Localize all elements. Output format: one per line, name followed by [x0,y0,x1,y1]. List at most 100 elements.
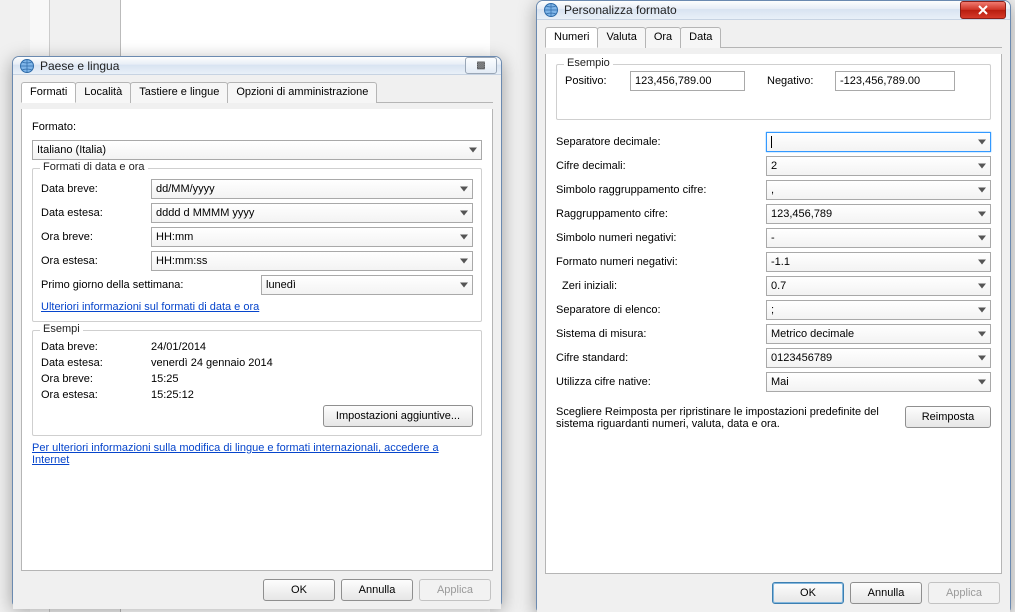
label: Cifre decimali: [556,160,766,172]
tab-formati[interactable]: Formati [21,82,76,103]
ok-button[interactable]: OK [263,579,335,601]
date-time-formats-group: Formati di data e ora Data breve:dd/MM/y… [32,168,482,322]
label: Simbolo numeri negativi: [556,232,766,244]
val: dddd d MMMM yyyy [156,207,254,219]
measurement-system-combo[interactable]: Metrico decimale [766,324,991,344]
val: Metrico decimale [771,328,854,340]
value: 15:25:12 [151,389,473,401]
formato-combo[interactable]: Italiano (Italia) [32,140,482,160]
negative-label: Negativo: [767,75,825,87]
val: 0.7 [771,280,786,292]
customize-format-dialog: Personalizza formato Numeri Valuta Ora D… [536,0,1011,612]
example-group: Esempio Positivo: 123,456,789.00 Negativ… [556,64,991,120]
digit-grouping-combo[interactable]: 123,456,789 [766,204,991,224]
val: -1.1 [771,256,790,268]
val: 0123456789 [771,352,832,364]
val: ; [771,304,774,316]
close-icon [977,5,989,15]
label: Zeri iniziali: [556,280,766,292]
dialog-body: Formati Località Tastiere e lingue Opzio… [13,75,501,609]
apply-button[interactable]: Applica [928,582,1000,604]
long-time-combo[interactable]: HH:mm:ss [151,251,473,271]
formato-value: Italiano (Italia) [37,144,106,156]
tab-numeri[interactable]: Numeri [545,27,598,48]
close-button[interactable] [960,1,1006,19]
negative-symbol-combo[interactable]: - [766,228,991,248]
dialog-buttons: OK Annulla Applica [21,571,493,601]
val: dd/MM/yyyy [156,183,215,195]
val: HH:mm [156,231,193,243]
tab-valuta[interactable]: Valuta [597,27,645,48]
label: Ora breve: [41,373,151,385]
standard-digits-combo[interactable]: 0123456789 [766,348,991,368]
label: Separatore di elenco: [556,304,766,316]
tabs: Formati Località Tastiere e lingue Opzio… [21,81,493,103]
cancel-button[interactable]: Annulla [341,579,413,601]
group-legend: Esempi [40,323,83,335]
decimal-separator-combo[interactable] [766,132,991,152]
short-date-combo[interactable]: dd/MM/yyyy [151,179,473,199]
val: 123,456,789.00 [635,75,711,87]
label: Raggruppamento cifre: [556,208,766,220]
negative-format-combo[interactable]: -1.1 [766,252,991,272]
tab-amministrazione[interactable]: Opzioni di amministrazione [227,82,377,103]
val: lunedì [266,279,296,291]
date-format-help-link[interactable]: Ulteriori informazioni sul formati di da… [41,301,259,313]
formato-label: Formato: [32,121,76,133]
label: Separatore decimale: [556,136,766,148]
native-digits-combo[interactable]: Mai [766,372,991,392]
region-language-dialog: Paese e lingua ▩ Formati Località Tastie… [12,56,502,606]
tabpanel-numeri: Esempio Positivo: 123,456,789.00 Negativ… [545,54,1002,574]
reset-button[interactable]: Reimposta [905,406,991,428]
label: Cifre standard: [556,352,766,364]
globe-icon [543,2,559,18]
label: Ora estesa: [41,389,151,401]
label: Utilizza cifre native: [556,376,766,388]
val: HH:mm:ss [156,255,207,267]
additional-settings-button[interactable]: Impostazioni aggiuntive... [323,405,473,427]
dialog-buttons: OK Annulla Applica [545,574,1002,604]
tab-localita[interactable]: Località [75,82,131,103]
label: Data breve: [41,183,151,195]
tabs: Numeri Valuta Ora Data [545,26,1002,48]
val: , [771,184,774,196]
dialog-body: Numeri Valuta Ora Data Esempio Positivo:… [537,20,1010,612]
reset-hint: Scegliere Reimposta per ripristinare le … [556,406,893,430]
positive-example: 123,456,789.00 [630,71,745,91]
label: Primo giorno della settimana: [41,279,261,291]
help-button[interactable]: ▩ [465,57,497,74]
apply-button[interactable]: Applica [419,579,491,601]
tab-ora[interactable]: Ora [645,27,681,48]
online-help-link[interactable]: Per ulteriori informazioni sulla modific… [32,442,439,466]
ok-button[interactable]: OK [772,582,844,604]
label: Data estesa: [41,357,151,369]
value: 15:25 [151,373,473,385]
value: 24/01/2014 [151,341,473,353]
globe-icon [19,58,35,74]
label: Data estesa: [41,207,151,219]
label: Simbolo raggruppamento cifre: [556,184,766,196]
grouping-symbol-combo[interactable]: , [766,180,991,200]
examples-group: Esempi Data breve:24/01/2014 Data estesa… [32,330,482,436]
leading-zeros-combo[interactable]: 0.7 [766,276,991,296]
dialog-title: Personalizza formato [564,3,960,17]
first-day-combo[interactable]: lunedì [261,275,473,295]
dialog-title: Paese e lingua [40,59,463,73]
list-separator-combo[interactable]: ; [766,300,991,320]
positive-label: Positivo: [565,75,620,87]
decimal-digits-combo[interactable]: 2 [766,156,991,176]
val: -123,456,789.00 [840,75,920,87]
negative-example: -123,456,789.00 [835,71,955,91]
label: Formato numeri negativi: [556,256,766,268]
tab-tastiere[interactable]: Tastiere e lingue [130,82,228,103]
cancel-button[interactable]: Annulla [850,582,922,604]
val: 123,456,789 [771,208,832,220]
group-legend: Formati di data e ora [40,161,148,173]
tab-data[interactable]: Data [680,27,721,48]
short-time-combo[interactable]: HH:mm [151,227,473,247]
titlebar[interactable]: Personalizza formato [537,1,1010,20]
caret-icon [771,136,772,148]
label: Sistema di misura: [556,328,766,340]
long-date-combo[interactable]: dddd d MMMM yyyy [151,203,473,223]
titlebar[interactable]: Paese e lingua ▩ [13,57,501,75]
